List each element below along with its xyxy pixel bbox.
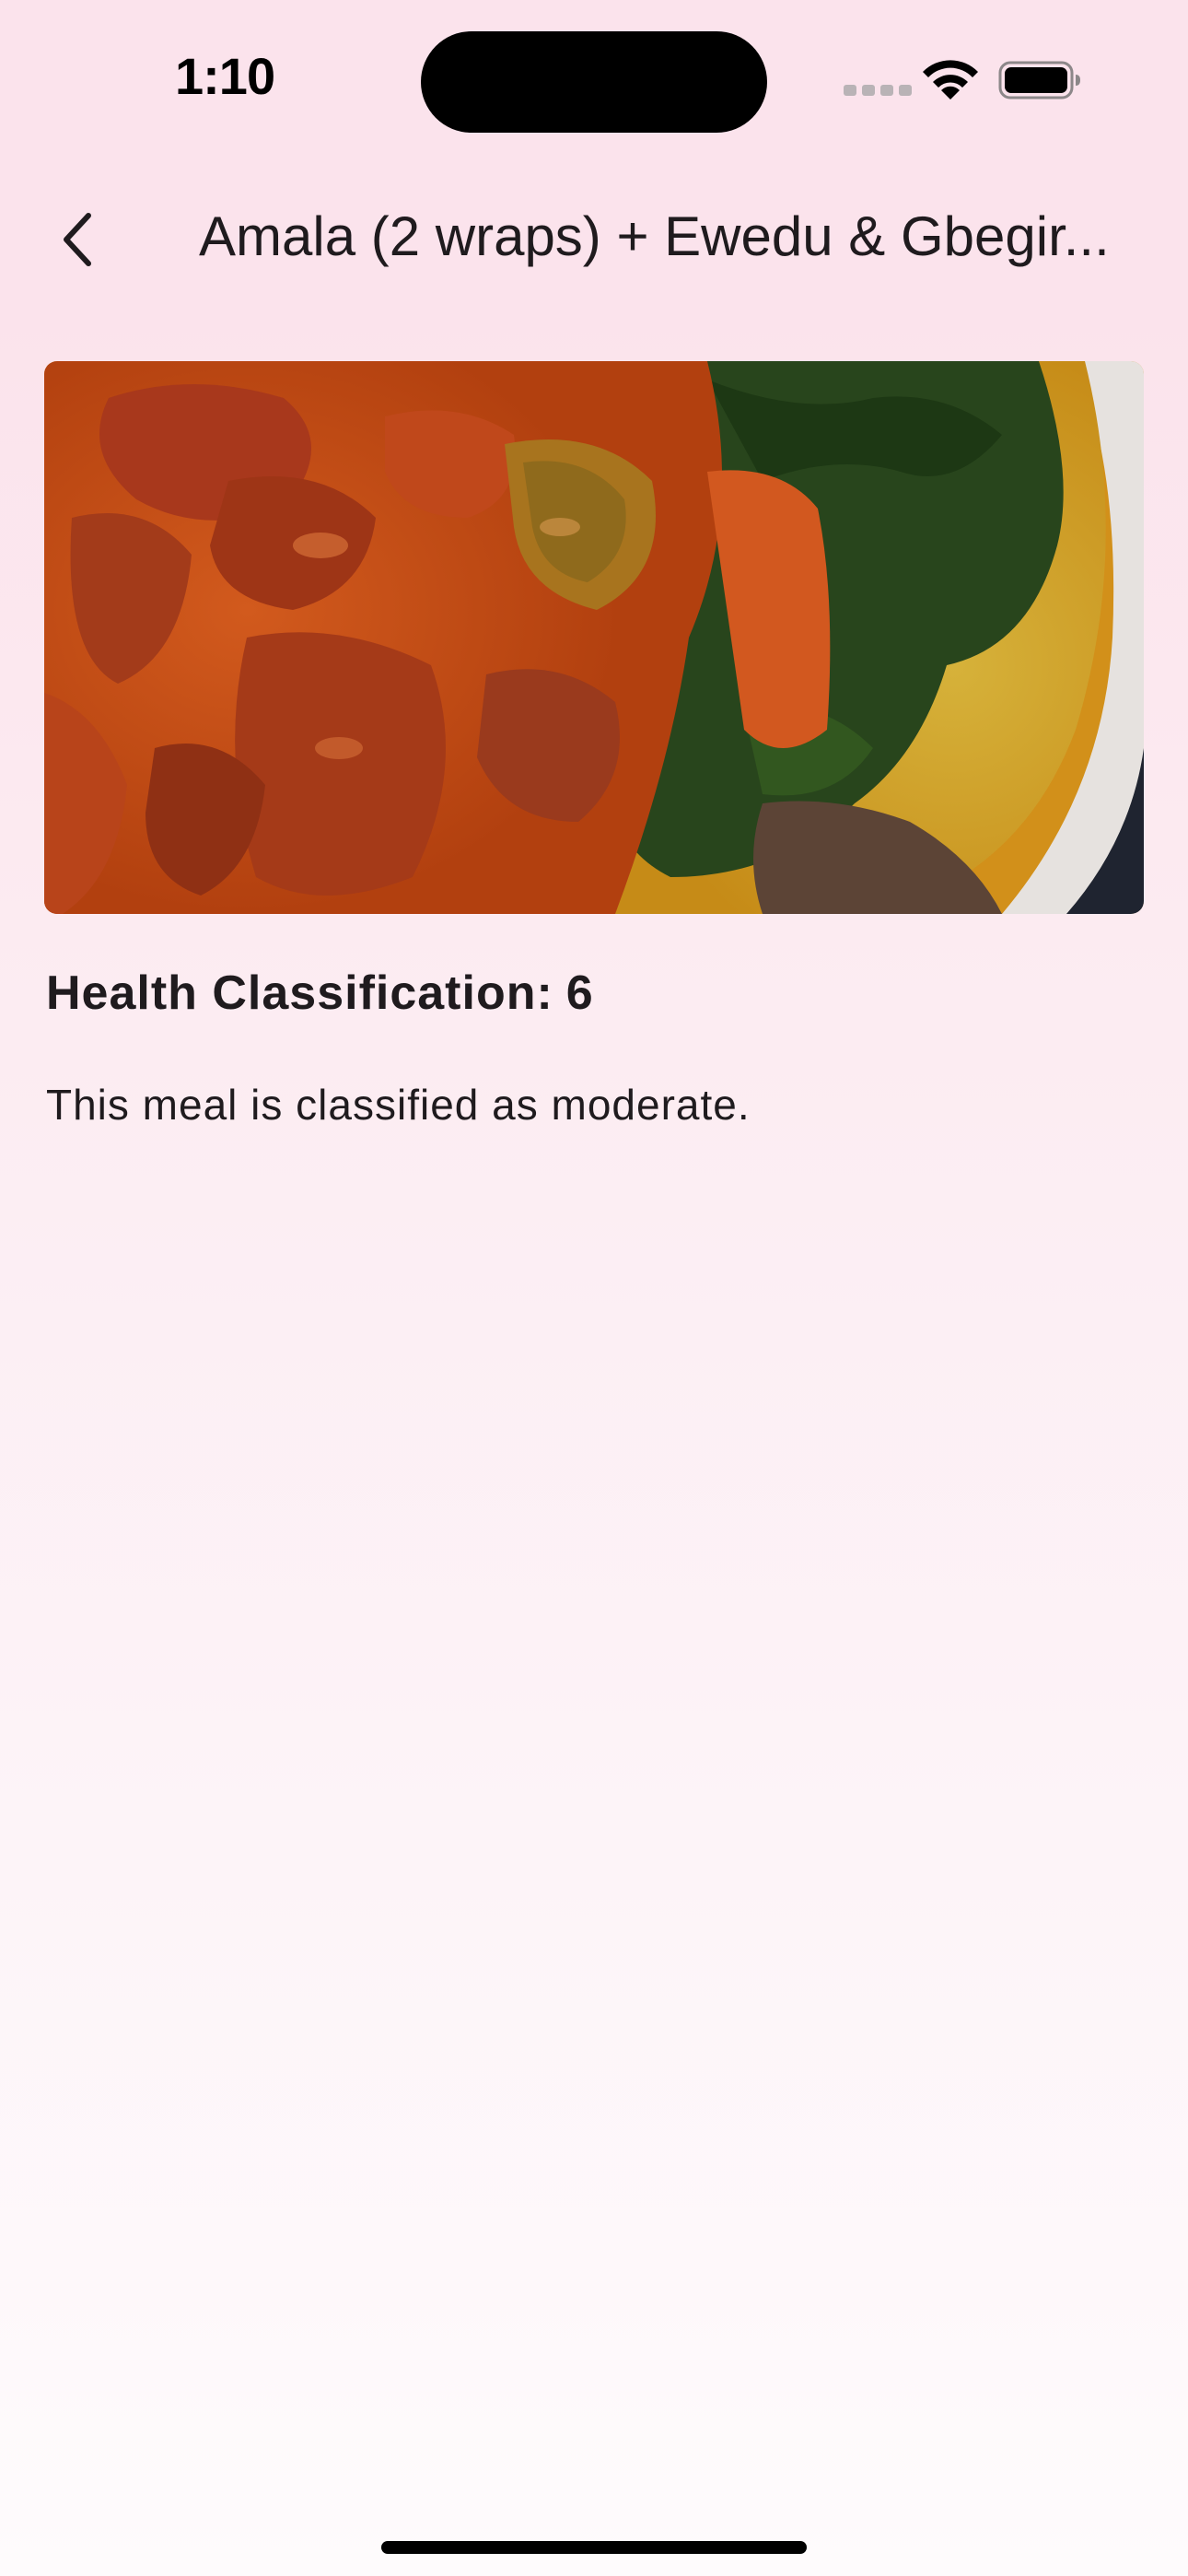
home-indicator[interactable] bbox=[381, 2541, 807, 2554]
health-classification-heading: Health Classification: 6 bbox=[46, 966, 594, 1021]
chevron-left-icon bbox=[64, 213, 91, 266]
health-classification-label: Health Classification: bbox=[46, 966, 553, 1020]
back-button[interactable] bbox=[37, 192, 120, 284]
status-bar: 1:10 bbox=[0, 0, 1188, 157]
app-bar: Amala (2 wraps) + Ewedu & Gbegir... bbox=[0, 157, 1188, 318]
dynamic-island bbox=[421, 31, 767, 133]
meal-classification-description: This meal is classified as moderate. bbox=[46, 1081, 751, 1129]
status-time: 1:10 bbox=[175, 47, 275, 105]
cellular-signal-icon bbox=[844, 85, 912, 96]
health-classification-score: 6 bbox=[565, 966, 594, 1020]
page-title: Amala (2 wraps) + Ewedu & Gbegir... bbox=[199, 205, 1110, 267]
battery-icon bbox=[998, 61, 1080, 100]
wifi-icon bbox=[923, 60, 978, 100]
meal-photo bbox=[44, 361, 1144, 914]
